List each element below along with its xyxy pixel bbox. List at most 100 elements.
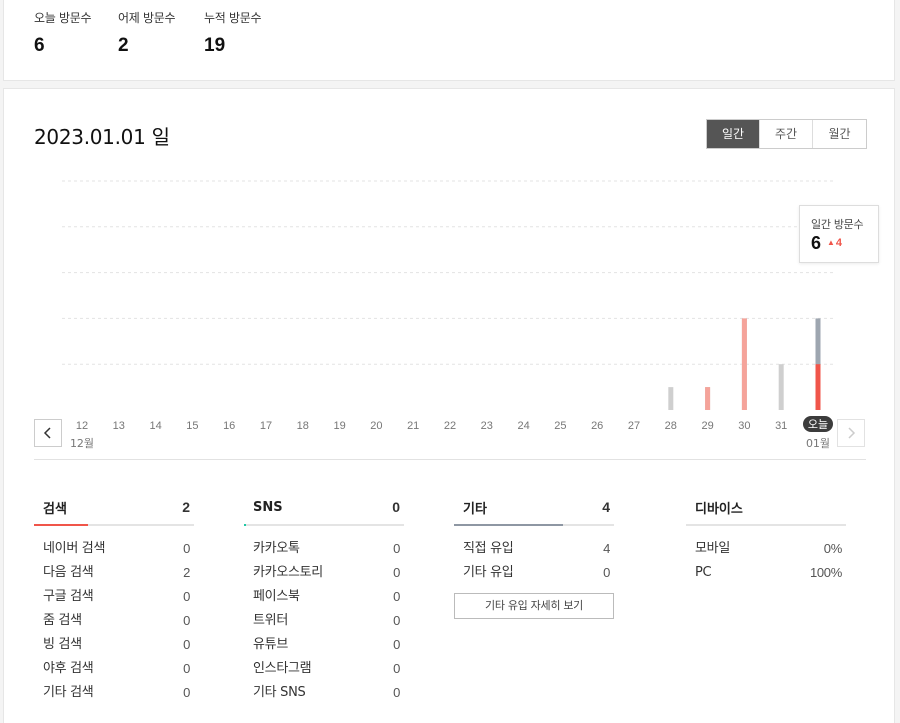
chevron-left-icon xyxy=(43,427,51,439)
search-section-bar-fill xyxy=(34,524,89,526)
device-section-bar xyxy=(686,524,846,526)
row-value: 4 xyxy=(603,541,610,556)
list-item: 카카오톡 0 xyxy=(244,537,404,561)
list-item: 다음 검색 2 xyxy=(34,561,194,585)
list-item: 빙 검색 0 xyxy=(34,633,194,657)
search-section-count: 2 xyxy=(182,499,190,515)
row-value: 0 xyxy=(183,613,190,628)
row-label: PC xyxy=(695,565,712,580)
chart-next-button[interactable] xyxy=(837,419,865,447)
x-tick-label: 16 xyxy=(223,420,235,432)
list-item: 기타 검색 0 xyxy=(34,681,194,705)
list-item: 모바일 0% xyxy=(686,537,846,561)
today-visits-label: 오늘 방문수 xyxy=(34,11,92,25)
row-label: 기타 검색 xyxy=(43,685,94,700)
x-tick-label: 18 xyxy=(297,420,309,432)
other-inflow-detail-button[interactable]: 기타 유입 자세히 보기 xyxy=(454,593,614,619)
bar-total xyxy=(668,387,674,410)
search-section-title: 검색 xyxy=(43,501,67,517)
row-value: 0 xyxy=(393,637,400,652)
other-section-rows: 직접 유입 4 기타 유입 0 xyxy=(454,537,614,585)
total-visits-label: 누적 방문수 xyxy=(204,11,262,25)
row-label: 빙 검색 xyxy=(43,637,82,652)
row-label: 기타 유입 xyxy=(463,565,514,580)
tooltip-value: 6 xyxy=(811,233,822,253)
row-label: 트위터 xyxy=(253,613,288,628)
x-tick-label: 26 xyxy=(591,420,603,432)
bar-highlight xyxy=(741,318,747,410)
row-value: 0 xyxy=(183,661,190,676)
tooltip-delta: ▲4 xyxy=(827,237,842,249)
month-label: 01월 xyxy=(806,437,830,450)
sns-section-header: SNS 0 xyxy=(244,497,404,517)
list-item: 직접 유입 4 xyxy=(454,537,614,561)
list-item: 유튜브 0 xyxy=(244,633,404,657)
yesterday-visits: 어제 방문수 2 xyxy=(118,9,176,57)
list-item: 페이스북 0 xyxy=(244,585,404,609)
row-label: 모바일 xyxy=(695,541,730,556)
chart-prev-button[interactable] xyxy=(34,419,62,447)
sns-section-rows: 카카오톡 0 카카오스토리 0 페이스북 0 트위터 0 유튜브 0 인스타그램 0 기타 … xyxy=(244,537,404,705)
x-tick-label: 12 xyxy=(76,420,88,432)
bar-highlight xyxy=(815,364,821,410)
x-tick-label: 31 xyxy=(775,420,787,432)
x-tick-label: 23 xyxy=(481,420,493,432)
sns-section-bar xyxy=(244,524,404,526)
total-visits-value: 19 xyxy=(204,35,226,56)
x-tick-label: 27 xyxy=(628,420,640,432)
month-label: 12월 xyxy=(70,437,94,450)
row-label: 카카오스토리 xyxy=(253,565,323,580)
x-tick-label: 28 xyxy=(665,420,677,432)
row-value: 0 xyxy=(393,589,400,604)
row-label: 직접 유입 xyxy=(463,541,514,556)
list-item: 카카오스토리 0 xyxy=(244,561,404,585)
today-visits-value: 6 xyxy=(34,35,45,56)
row-value: 100% xyxy=(809,565,842,580)
total-visits: 누적 방문수 19 xyxy=(204,9,262,57)
search-section-rows: 네이버 검색 0 다음 검색 2 구글 검색 0 줌 검색 0 빙 검색 0 야후 검색 0… xyxy=(34,537,194,705)
x-tick-label: 25 xyxy=(554,420,566,432)
list-item: 야후 검색 0 xyxy=(34,657,194,681)
other-section-bar-fill xyxy=(454,524,563,526)
tooltip-delta-value: 4 xyxy=(835,237,843,249)
other-section-bar xyxy=(454,524,614,526)
list-item: PC 100% xyxy=(686,561,846,585)
x-tick-label: 13 xyxy=(113,420,125,432)
tooltip-label: 일간 방문수 xyxy=(811,218,864,231)
sns-section-title: SNS xyxy=(253,499,283,515)
x-tick-label: 17 xyxy=(260,420,272,432)
list-item: 인스타그램 0 xyxy=(244,657,404,681)
row-label: 유튜브 xyxy=(253,637,288,652)
x-tick-label: 20 xyxy=(370,420,382,432)
daily-visits-chart: 12 13 14 15 16 17 18 19 20 21 22 23 24 25 26 27 28 29 30 31… xyxy=(62,180,834,450)
row-value: 0 xyxy=(393,541,400,556)
row-value: 0 xyxy=(393,685,400,700)
search-section-bar xyxy=(34,524,194,526)
row-value: 0 xyxy=(183,637,190,652)
row-value: 0 xyxy=(183,541,190,556)
row-label: 구글 검색 xyxy=(43,589,94,604)
x-tick-label: 15 xyxy=(186,420,198,432)
list-item: 기타 SNS 0 xyxy=(244,681,404,705)
row-label: 페이스북 xyxy=(253,589,300,604)
row-value: 0 xyxy=(183,685,190,700)
sns-section: SNS 0 카카오톡 0 카카오스토리 0 페이스북 0 트위터 0 유튜브 0 인스타그… xyxy=(244,497,404,705)
x-tick-label: 오늘 xyxy=(808,418,828,431)
x-tick-label: 30 xyxy=(738,420,750,432)
row-label: 줌 검색 xyxy=(43,613,82,628)
row-value: 0 xyxy=(393,661,400,676)
x-tick-label: 14 xyxy=(149,420,161,432)
device-section: 디바이스 모바일 0% PC 100% xyxy=(686,497,846,585)
x-tick-label: 21 xyxy=(407,420,419,432)
chart-tooltip: 일간 방문수 6 ▲4 xyxy=(799,205,879,263)
list-item: 트위터 0 xyxy=(244,609,404,633)
chevron-right-icon xyxy=(848,427,856,439)
today-visits: 오늘 방문수 6 xyxy=(34,9,92,57)
row-label: 인스타그램 xyxy=(253,661,312,676)
yesterday-visits-value: 2 xyxy=(118,35,129,56)
list-item: 구글 검색 0 xyxy=(34,585,194,609)
up-triangle-icon: ▲ xyxy=(827,238,835,247)
other-section-count: 4 xyxy=(602,499,610,515)
bar-highlight xyxy=(705,387,711,410)
x-tick-label: 22 xyxy=(444,420,456,432)
